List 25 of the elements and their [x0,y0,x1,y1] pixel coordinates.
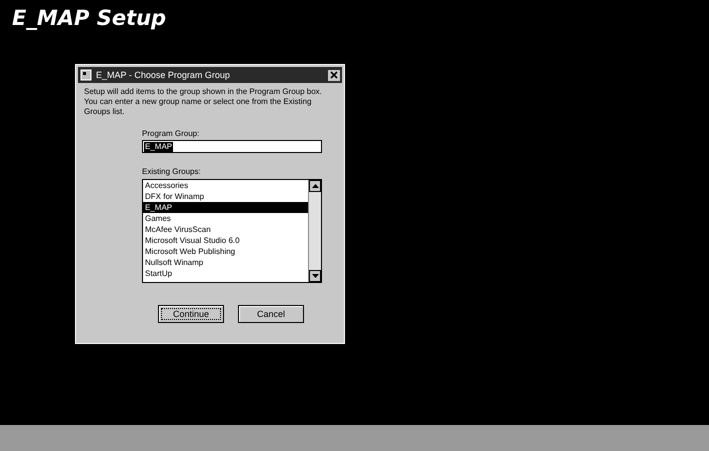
group-list-item[interactable]: DFX for Winamp [143,191,308,202]
scroll-down-button[interactable] [309,270,321,282]
group-list-item[interactable]: Microsoft Visual Studio 6.0 [143,235,308,246]
instruction-text: Setup will add items to the group shown in the Program Group box. You can enter a new group name or select one from the Existing Groups list. [84,87,323,117]
close-icon [330,71,338,79]
program-group-label: Program Group: [142,129,200,138]
up-arrow-icon [312,184,318,188]
group-list-item[interactable]: StartUp [143,268,308,279]
existing-groups-label: Existing Groups: [142,167,202,176]
down-arrow-icon [312,274,318,278]
group-list-item[interactable]: Microsoft Web Publishing [143,246,308,257]
group-list-item[interactable]: McAfee VirusScan [143,224,308,235]
group-list-item[interactable]: Games [143,213,308,224]
cancel-button[interactable]: Cancel [238,305,304,323]
group-list-item[interactable]: E_MAP [143,202,308,213]
program-group-field[interactable]: E_MAP [142,140,322,153]
continue-button[interactable]: Continue [158,305,224,323]
setup-title: E_MAP Setup [12,6,166,30]
group-list-item[interactable]: Nullsoft Winamp [143,257,308,268]
scroll-up-button[interactable] [309,180,321,192]
close-button[interactable] [328,70,340,80]
program-group-icon [80,69,92,81]
group-list-item[interactable]: Accessories [143,180,308,191]
scrollbar[interactable] [308,180,321,282]
dialog-title: E_MAP - Choose Program Group [96,70,231,80]
